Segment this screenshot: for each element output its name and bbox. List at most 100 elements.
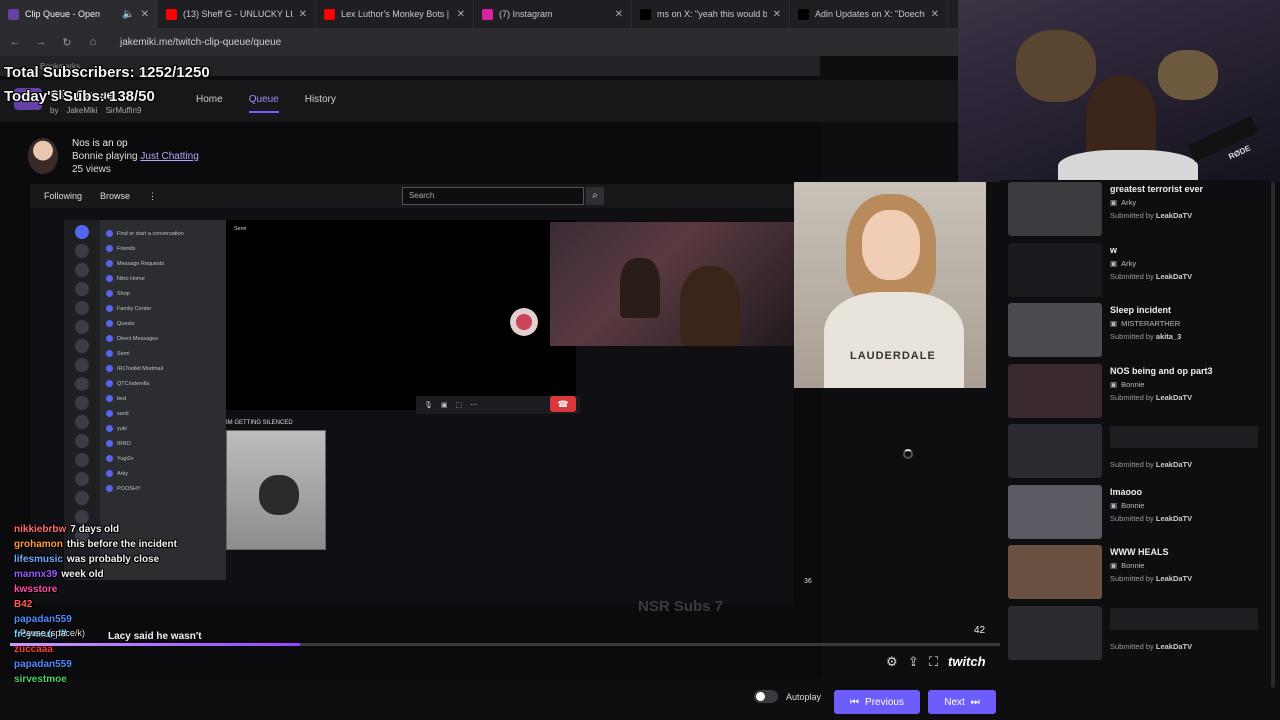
close-icon[interactable]: ✕ xyxy=(457,9,465,20)
tab-title: ms on X: "yeah this would be m xyxy=(657,9,767,19)
queue-thumbnail[interactable] xyxy=(1008,363,1102,418)
dm-item: IRLToolkit Modmail xyxy=(106,361,220,376)
dm-avatar-icon xyxy=(106,455,113,462)
camera-icon: ▣ xyxy=(440,402,448,409)
url-field[interactable]: jakemiki.me/twitch-clip-queue/queue xyxy=(120,37,281,48)
queue-item[interactable]: WWW HEALS ▣ Bonnie Submitted by LeakDaTV xyxy=(1008,545,1268,601)
channel-avatar[interactable] xyxy=(28,138,58,174)
browser-tab[interactable]: (13) Sheff G - UNLUCKY LUCKY ✕ xyxy=(158,0,316,28)
author-link[interactable]: JakeMiki xyxy=(66,106,97,115)
submitted-label: Submitted by xyxy=(1110,211,1154,220)
dm-avatar-icon xyxy=(106,380,113,387)
autoplay-toggle[interactable] xyxy=(754,690,778,703)
back-icon[interactable]: ← xyxy=(8,36,22,48)
forward-icon[interactable]: → xyxy=(34,36,48,48)
dm-avatar-icon xyxy=(106,395,113,402)
clip-game[interactable]: Just Chatting xyxy=(140,151,198,162)
guest-webcam: LAUDERDALE xyxy=(794,182,986,388)
close-icon[interactable]: ✕ xyxy=(615,9,623,20)
dm-avatar-icon xyxy=(106,365,113,372)
dm-avatar-icon xyxy=(106,245,113,252)
submitter-name: LeakDaTV xyxy=(1155,392,1193,402)
dm-item: santi xyxy=(106,406,220,421)
queue-author-name: Arky xyxy=(1121,198,1137,207)
queue-item[interactable]: w ▣ Arky Submitted by LeakDaTV xyxy=(1008,242,1268,299)
chat-username: papadan559 xyxy=(14,659,72,670)
dm-item-label: yuki xyxy=(117,425,127,432)
dm-item: Quests xyxy=(106,316,220,331)
close-icon[interactable]: ✕ xyxy=(299,9,307,20)
chat-message: 7 days old xyxy=(70,524,120,535)
next-icon: ⏭ xyxy=(970,696,980,708)
queue-item[interactable]: Submitted by LeakDaTV xyxy=(1008,605,1268,662)
chat-message: week old xyxy=(61,569,104,580)
streamer-webcam: RØDE xyxy=(958,0,1280,182)
queue-thumbnail[interactable] xyxy=(1008,303,1102,357)
dm-item: yuki xyxy=(106,421,220,436)
chat-username: kwsstore xyxy=(14,584,58,595)
queue-item[interactable]: NOS being and op part3 ▣ Bonnie Submitted b… xyxy=(1008,363,1268,420)
close-icon[interactable]: ✕ xyxy=(141,9,149,20)
next-button[interactable]: Next ⏭ xyxy=(928,690,996,714)
nav-history[interactable]: History xyxy=(305,94,336,113)
queue-item[interactable]: Sleep incident ▣ MISTERARTHER Submitted by … xyxy=(1008,303,1268,359)
dm-item-label: Arky xyxy=(117,470,128,477)
queue-author-name: Bonnie xyxy=(1121,561,1145,570)
fullscreen-icon[interactable]: ⛶ xyxy=(929,654,938,670)
queue-item[interactable]: lmaooo ▣ Bonnie Submitted by LeakDaTV xyxy=(1008,484,1268,541)
queue-item-author: ▣ Bonnie xyxy=(1110,501,1144,510)
tab-title: (13) Sheff G - UNLUCKY LUCKY xyxy=(183,9,293,19)
close-icon[interactable]: ✕ xyxy=(931,9,939,20)
dm-item: POOSHY xyxy=(106,481,220,496)
close-icon[interactable]: ✕ xyxy=(773,9,781,20)
tab-title: Clip Queue - Open xyxy=(25,9,101,19)
settings-icon[interactable]: ⚙ xyxy=(886,654,898,670)
progress-bar[interactable] xyxy=(10,643,1010,646)
previous-button[interactable]: ⏮ Previous xyxy=(834,690,920,714)
dm-item-label: IRRO xyxy=(117,440,131,447)
queue-thumbnail[interactable] xyxy=(1008,605,1102,660)
browser-tab[interactable]: ms on X: "yeah this would be m ✕ xyxy=(632,0,790,28)
browser-tab[interactable]: Lex Luthor's Monkey Bots | SUR ✕ xyxy=(316,0,474,28)
channel-link[interactable]: SirMuffin9 xyxy=(106,106,142,115)
queue-thumbnail[interactable] xyxy=(1008,424,1102,478)
queue-item[interactable]: greatest terrorist ever ▣ Arky Submitted by… xyxy=(1008,182,1268,238)
browser-tab[interactable]: Clip Queue - Open 🔈 ✕ xyxy=(0,0,158,28)
reload-icon[interactable]: ↻ xyxy=(60,36,74,49)
queue-thumbnail[interactable] xyxy=(1008,484,1102,539)
browser-tab[interactable]: (7) Instagram ✕ xyxy=(474,0,632,28)
submitted-label: Submitted by xyxy=(1110,271,1154,281)
app-nav: Home Queue History xyxy=(196,94,336,113)
today-subs-overlay: Today's Subs: 138/50 xyxy=(4,88,155,105)
dm-item-label: QTCinderella xyxy=(117,380,150,387)
queue-item[interactable]: Submitted by LeakDaTV xyxy=(1008,424,1268,480)
chat-line: B42 xyxy=(14,599,244,614)
submitter-name: LeakDaTV xyxy=(1155,211,1193,220)
nav-home[interactable]: Home xyxy=(196,94,223,113)
queue-submitted-by: Submitted by LeakDaTV xyxy=(1110,460,1192,469)
home-icon[interactable]: ⌂ xyxy=(86,36,100,48)
queue-thumbnail[interactable] xyxy=(1008,545,1102,599)
submitted-label: Submitted by xyxy=(1110,513,1154,523)
dm-avatar-icon xyxy=(106,410,113,417)
embedded-counter: 36 xyxy=(804,578,812,585)
channel-icon: ▣ xyxy=(1110,258,1118,268)
dm-item: Friends xyxy=(106,241,220,256)
mute-icon[interactable]: 🔈 xyxy=(122,9,134,20)
channel-icon: ▣ xyxy=(1110,500,1118,510)
nav-queue[interactable]: Queue xyxy=(248,94,279,113)
share-icon[interactable]: ⇪ xyxy=(908,654,919,670)
queue-thumbnail[interactable] xyxy=(1008,182,1102,236)
dm-item: Direct Messages xyxy=(106,331,220,346)
twitch-browse: Browse xyxy=(100,191,131,201)
browser-tab[interactable]: Adin Updates on X: "Doechii se ✕ xyxy=(790,0,948,28)
queue-submitted-by: Submitted by LeakDaTV xyxy=(1110,393,1192,402)
submitter-name: LeakDaTV xyxy=(1155,513,1193,523)
twitch-logo[interactable]: twitch xyxy=(948,654,986,669)
clip-channel[interactable]: Bonnie xyxy=(72,151,103,162)
queue-scrollbar[interactable] xyxy=(1271,182,1275,688)
dm-item: Message Requests xyxy=(106,256,220,271)
dm-item-label: Find or start a conversation xyxy=(117,230,184,237)
queue-thumbnail[interactable] xyxy=(1008,242,1102,297)
chat-line: zuccaaa xyxy=(14,644,244,659)
